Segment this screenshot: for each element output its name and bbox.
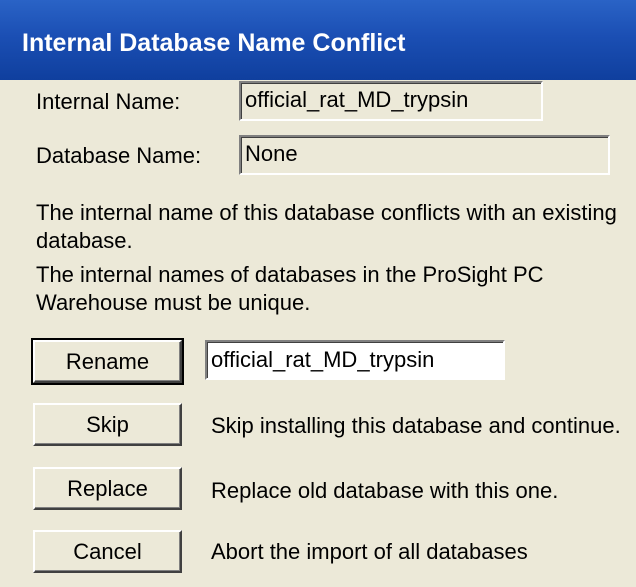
cancel-description: Abort the import of all databases: [211, 539, 528, 564]
database-name-field: None: [239, 135, 610, 175]
unique-message: The internal names of databases in the P…: [36, 262, 544, 315]
dialog-title: Internal Database Name Conflict: [22, 29, 406, 57]
rename-button[interactable]: Rename: [31, 338, 184, 385]
skip-button[interactable]: Skip: [33, 403, 182, 446]
skip-description: Skip installing this database and contin…: [211, 413, 621, 438]
name-conflict-dialog: Internal Database Name Conflict Internal…: [0, 0, 636, 587]
replace-button[interactable]: Replace: [33, 467, 182, 510]
title-bar: Internal Database Name Conflict: [0, 0, 636, 80]
conflict-message: The internal name of this database confl…: [36, 200, 617, 253]
database-name-label: Database Name:: [36, 143, 202, 168]
rename-input[interactable]: [205, 340, 505, 380]
internal-name-label: Internal Name:: [36, 89, 181, 114]
internal-name-field: official_rat_MD_trypsin: [239, 81, 543, 121]
cancel-button[interactable]: Cancel: [33, 530, 182, 573]
replace-description: Replace old database with this one.: [211, 478, 559, 503]
